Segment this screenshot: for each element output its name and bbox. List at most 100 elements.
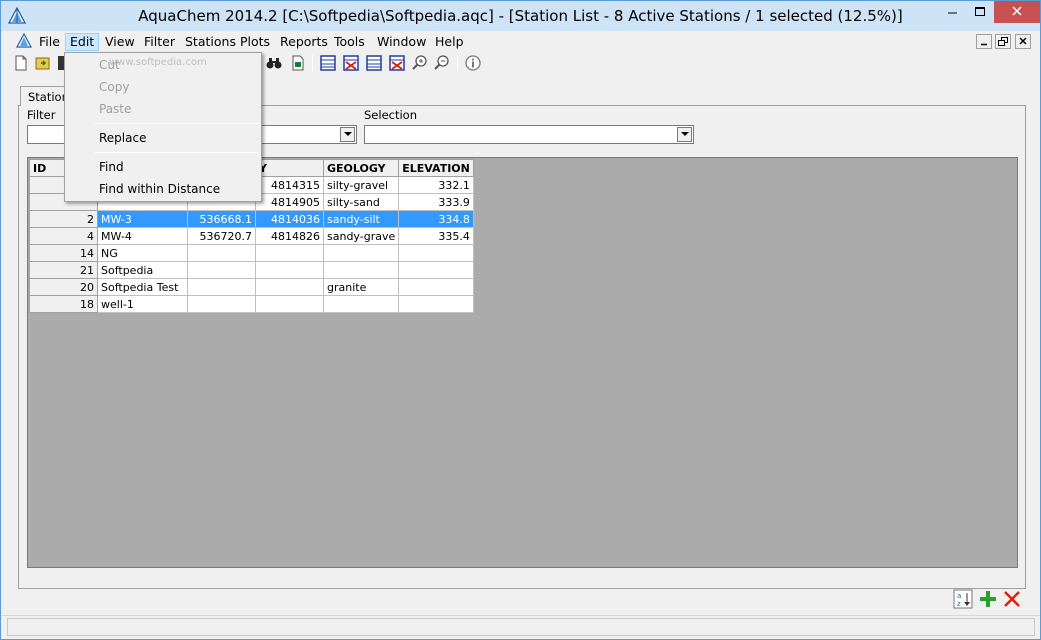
cell-elevation[interactable] xyxy=(398,295,474,313)
delete-columns-icon[interactable] xyxy=(388,54,406,72)
menu-separator xyxy=(95,152,259,153)
cell-x[interactable]: 536720.7 xyxy=(187,227,256,245)
cell-name[interactable]: MW-4 xyxy=(97,227,188,245)
delete-rows-icon[interactable] xyxy=(342,54,360,72)
cell-y[interactable] xyxy=(255,295,324,313)
cell-geology[interactable]: granite xyxy=(322,278,400,296)
cell-x[interactable] xyxy=(187,261,256,279)
cell-x[interactable] xyxy=(187,278,256,296)
cell-elevation[interactable] xyxy=(398,278,474,296)
table-view-icon[interactable] xyxy=(319,54,337,72)
title-bar[interactable]: AquaChem 2014.2 [C:\Softpedia\Softpedia.… xyxy=(1,1,1040,31)
selection-dropdown-button[interactable] xyxy=(677,127,692,142)
cell-y[interactable] xyxy=(255,261,324,279)
menu-file[interactable]: File xyxy=(35,33,64,51)
cell-name[interactable]: Softpedia xyxy=(97,261,188,279)
filter-dropdown-button[interactable] xyxy=(340,127,355,142)
cell-geology[interactable]: silty-sand xyxy=(322,193,400,211)
cell-name[interactable]: NG xyxy=(97,244,188,262)
find-binoculars-icon[interactable] xyxy=(265,54,283,72)
close-button[interactable] xyxy=(994,1,1040,23)
cell-name[interactable]: Softpedia Test xyxy=(97,278,188,296)
cell-elevation[interactable]: 333.9 xyxy=(398,193,474,211)
cell-id[interactable]: 4 xyxy=(29,227,98,245)
cell-y[interactable] xyxy=(255,244,324,262)
table-row[interactable]: 14 NG xyxy=(29,244,474,262)
menu-edit[interactable]: Edit xyxy=(65,33,100,51)
cell-name[interactable]: MW-3 xyxy=(97,210,188,228)
add-station-icon[interactable] xyxy=(978,589,998,609)
cell-id[interactable]: 20 xyxy=(29,278,98,296)
table-row[interactable]: 21 Softpedia xyxy=(29,261,474,279)
cell-id[interactable]: 2 xyxy=(29,210,98,228)
new-file-icon[interactable] xyxy=(12,54,30,72)
menu-item-cut[interactable]: Cut xyxy=(66,54,260,76)
toolbar-separator xyxy=(457,55,458,71)
menu-item-find-within-distance[interactable]: Find within Distance xyxy=(66,178,260,200)
table-row[interactable]: 18 well-1 xyxy=(29,295,474,313)
cell-elevation[interactable]: 332.1 xyxy=(398,176,474,194)
mdi-close-button[interactable] xyxy=(1015,34,1031,49)
zoom-out-icon[interactable] xyxy=(433,54,451,72)
delete-station-icon[interactable] xyxy=(1002,589,1022,609)
table-row[interactable]: 20 Softpedia Test granite xyxy=(29,278,474,296)
sort-az-icon[interactable]: a z xyxy=(953,589,973,609)
column-header-elevation[interactable]: ELEVATION xyxy=(398,159,474,177)
cell-x[interactable] xyxy=(187,244,256,262)
menu-filter[interactable]: Filter xyxy=(140,33,179,51)
cell-id[interactable]: 18 xyxy=(29,295,98,313)
svg-text:z: z xyxy=(957,600,961,608)
status-bar xyxy=(1,615,1040,639)
maximize-button[interactable] xyxy=(967,1,993,23)
zoom-in-icon[interactable] xyxy=(411,54,429,72)
menu-tools[interactable]: Tools xyxy=(330,33,369,51)
cell-geology[interactable]: sandy-grave xyxy=(322,227,400,245)
cell-geology[interactable] xyxy=(322,261,400,279)
cell-y[interactable] xyxy=(255,278,324,296)
mdi-restore-button[interactable] xyxy=(995,34,1011,49)
cell-geology[interactable]: sandy-silt xyxy=(322,210,400,228)
cell-x[interactable]: 536668.1 xyxy=(187,210,256,228)
column-header-geology[interactable]: GEOLOGY xyxy=(322,159,400,177)
cell-geology[interactable]: silty-gravel xyxy=(322,176,400,194)
menu-item-paste[interactable]: Paste xyxy=(66,98,260,120)
menu-window[interactable]: Window xyxy=(373,33,430,51)
menu-help[interactable]: Help xyxy=(431,33,468,51)
cell-x[interactable] xyxy=(187,295,256,313)
menu-item-replace[interactable]: Replace xyxy=(66,127,260,149)
cell-y[interactable]: 4814315 xyxy=(255,176,324,194)
cell-y[interactable]: 4814905 xyxy=(255,193,324,211)
mdi-minimize-button[interactable] xyxy=(976,34,992,49)
cell-elevation[interactable] xyxy=(398,261,474,279)
table-row[interactable]: 4 MW-4 536720.7 4814826 sandy-grave 335.4 xyxy=(29,227,474,245)
menu-view[interactable]: View xyxy=(101,33,139,51)
cell-y[interactable]: 4814036 xyxy=(255,210,324,228)
table-columns-icon[interactable] xyxy=(365,54,383,72)
mdi-window-controls xyxy=(976,34,1034,50)
cell-y[interactable]: 4814826 xyxy=(255,227,324,245)
column-header-y[interactable]: Y xyxy=(255,159,324,177)
info-icon[interactable] xyxy=(464,54,482,72)
menu-item-find[interactable]: Find xyxy=(66,156,260,178)
menu-stations[interactable]: Stations xyxy=(181,33,240,51)
open-file-icon[interactable] xyxy=(34,54,52,72)
tab-stations[interactable]: Stations xyxy=(20,86,75,106)
cell-elevation[interactable]: 334.8 xyxy=(398,210,474,228)
menu-item-copy[interactable]: Copy xyxy=(66,76,260,98)
minimize-button[interactable] xyxy=(939,1,966,23)
selection-combo[interactable] xyxy=(364,125,694,144)
menu-reports[interactable]: Reports xyxy=(276,33,332,51)
cell-geology[interactable] xyxy=(322,295,400,313)
menu-plots[interactable]: Plots xyxy=(236,33,274,51)
cell-id[interactable]: 21 xyxy=(29,261,98,279)
menu-bar: File Edit View Filter Stations Plots Rep… xyxy=(1,31,1040,52)
export-excel-icon[interactable] xyxy=(289,54,307,72)
document-logo-icon[interactable] xyxy=(16,33,32,49)
cell-name[interactable]: well-1 xyxy=(97,295,188,313)
table-row[interactable]: 2 MW-3 536668.1 4814036 sandy-silt 334.8 xyxy=(29,210,474,228)
cell-elevation[interactable] xyxy=(398,244,474,262)
cell-elevation[interactable]: 335.4 xyxy=(398,227,474,245)
cell-geology[interactable] xyxy=(322,244,400,262)
minimize-icon xyxy=(981,43,987,46)
cell-id[interactable]: 14 xyxy=(29,244,98,262)
